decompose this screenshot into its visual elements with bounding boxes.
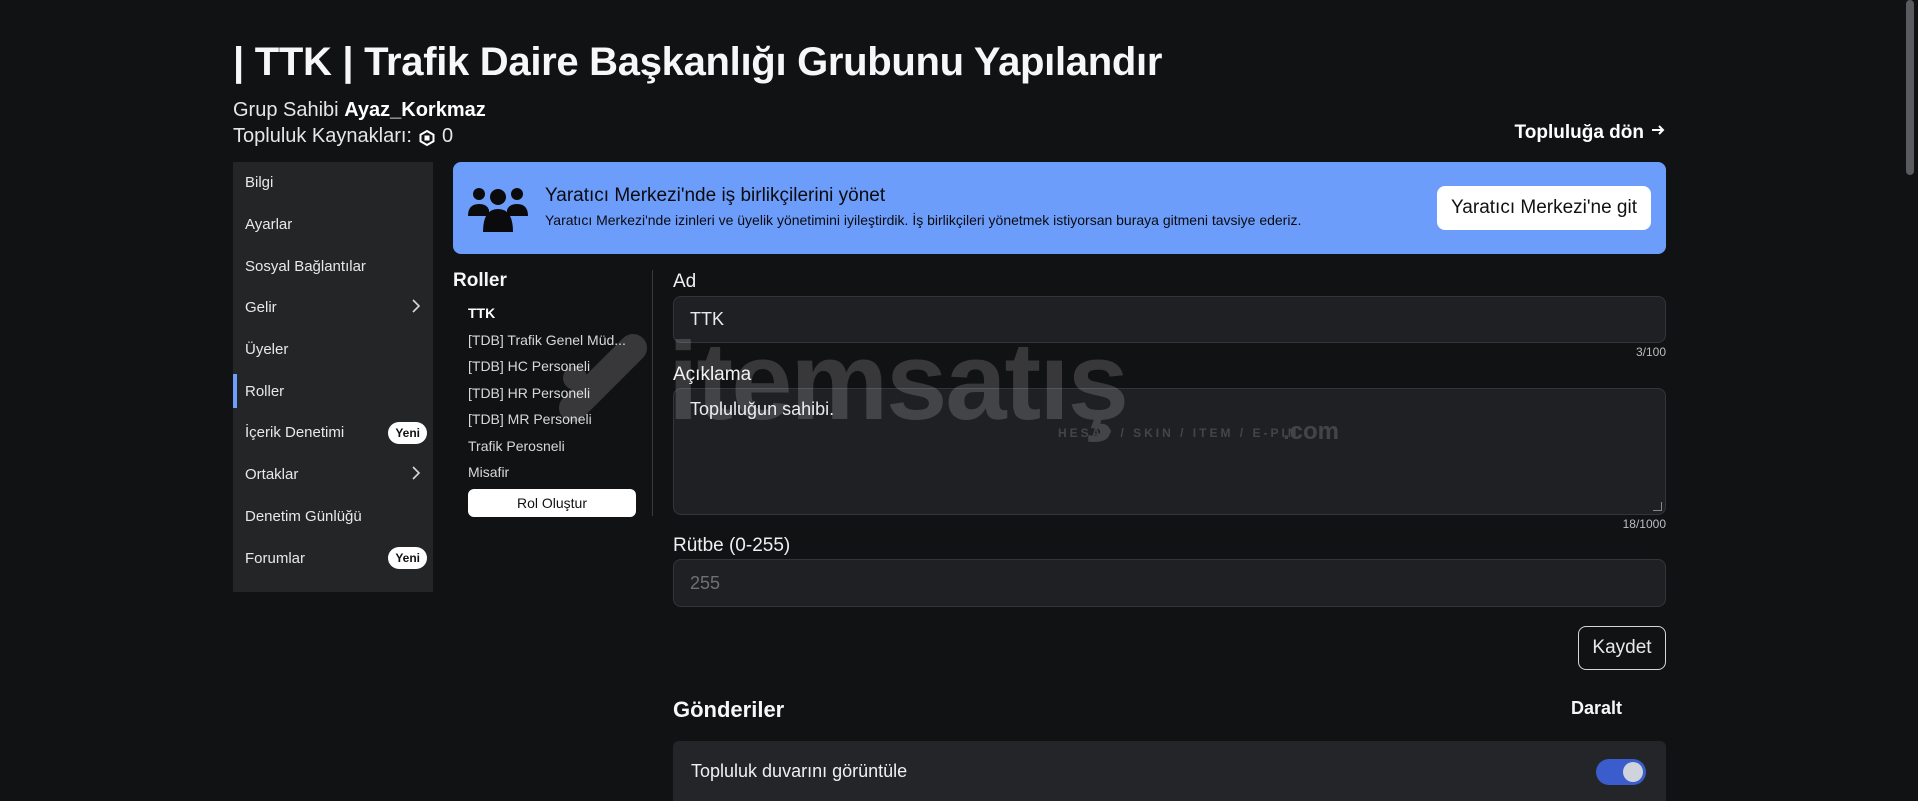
robux-icon (419, 129, 435, 146)
page: | TTK | Trafik Daire Başkanlığı Grubunu … (233, 0, 1666, 801)
posts-section-title: Gönderiler (673, 697, 785, 722)
scrollbar-thumb[interactable] (1906, 0, 1914, 175)
page-title: | TTK | Trafik Daire Başkanlığı Grubunu … (233, 40, 1163, 84)
sidebar-item-audit-log[interactable]: Denetim Günlüğü (233, 496, 433, 538)
sidebar-item-label: Roller (245, 382, 285, 400)
people-group-icon (467, 184, 529, 239)
sidebar-item-label: Ortaklar (245, 466, 299, 484)
rank-value: 255 (690, 572, 721, 593)
banner-description: Yaratıcı Merkezi'nde izinleri ve üyelik … (545, 212, 1302, 228)
save-button[interactable]: Kaydet (1578, 626, 1666, 670)
sidebar-item-label: Denetim Günlüğü (245, 507, 362, 525)
role-item[interactable]: [TDB] HC Personeli (468, 353, 638, 380)
page-scrollbar[interactable] (1901, 0, 1918, 775)
role-item[interactable]: [TDB] HR Personeli (468, 380, 638, 407)
permission-row: Topluluk duvarını görüntüle (673, 741, 1666, 801)
sidebar-item-label: Üyeler (245, 341, 289, 359)
resize-handle-icon[interactable] (1653, 502, 1662, 511)
role-description-textarea[interactable]: Topluluğun sahibi. (673, 388, 1666, 515)
role-name-input[interactable]: TTK (673, 296, 1666, 343)
description-label: Açıklama (673, 364, 752, 385)
collapse-button[interactable]: Daralt (1571, 698, 1622, 719)
sidebar-item-affiliates[interactable]: Ortaklar (233, 454, 433, 496)
sidebar-nav: Bilgi Ayarlar Sosyal Bağlantılar Gelir Ü… (233, 162, 433, 592)
description-char-counter: 18/1000 (1622, 517, 1666, 531)
sidebar-item-info[interactable]: Bilgi (233, 162, 433, 204)
divider (652, 270, 653, 516)
arrow-right-icon (1650, 122, 1666, 144)
owner-name-link[interactable]: Ayaz_Korkmaz (344, 99, 486, 121)
roles-list: TTK [TDB] Trafik Genel Müd... [TDB] HC P… (468, 300, 638, 486)
chevron-right-icon (411, 466, 421, 484)
group-owner: Grup Sahibi Ayaz_Korkmaz (233, 99, 486, 122)
rank-input[interactable]: 255 (673, 559, 1666, 607)
new-badge: Yeni (388, 547, 427, 570)
sidebar-item-label: Bilgi (245, 174, 274, 192)
sidebar-item-label: Ayarlar (245, 216, 293, 234)
roles-heading: Roller (453, 270, 507, 291)
create-role-button[interactable]: Rol Oluştur (468, 489, 636, 517)
role-item[interactable]: Trafik Perosneli (468, 433, 638, 460)
sidebar-item-content-moderation[interactable]: İçerik Denetimi Yeni (233, 412, 433, 454)
back-link-label: Topluluğa dön (1514, 122, 1644, 143)
chevron-right-icon (411, 299, 421, 317)
sidebar-item-label: Forumlar (245, 549, 306, 567)
sidebar-item-settings[interactable]: Ayarlar (233, 204, 433, 246)
sidebar-item-forums[interactable]: Forumlar Yeni (233, 537, 433, 579)
funds-value: 0 (441, 125, 454, 147)
sidebar-item-social-links[interactable]: Sosyal Bağlantılar (233, 245, 433, 287)
permission-label: Topluluk duvarını görüntüle (691, 761, 908, 781)
sidebar-item-label: Gelir (245, 299, 277, 317)
sidebar-item-label: İçerik Denetimi (245, 424, 345, 442)
role-item[interactable]: [TDB] MR Personeli (468, 406, 638, 433)
back-to-group-link[interactable]: Topluluğa dön (1515, 122, 1666, 144)
creator-hub-banner: Yaratıcı Merkezi'nde iş birlikçilerini y… (453, 162, 1666, 254)
toggle-knob (1623, 762, 1643, 782)
banner-title: Yaratıcı Merkezi'nde iş birlikçilerini y… (545, 185, 886, 206)
funds-label: Topluluk Kaynakları: (233, 125, 412, 147)
name-label: Ad (673, 271, 697, 292)
sidebar-item-roles[interactable]: Roller (233, 370, 433, 412)
sidebar-item-members[interactable]: Üyeler (233, 329, 433, 371)
role-item[interactable]: TTK (468, 300, 638, 327)
permission-toggle[interactable] (1596, 759, 1646, 785)
role-item[interactable]: [TDB] Trafik Genel Müd... (468, 327, 638, 354)
sidebar-item-revenue[interactable]: Gelir (233, 287, 433, 329)
group-funds: Topluluk Kaynakları: 0 (233, 125, 453, 148)
owner-label: Grup Sahibi (233, 99, 339, 121)
sidebar-item-label: Sosyal Bağlantılar (245, 257, 366, 275)
role-description-value: Topluluğun sahibi. (690, 399, 835, 419)
role-item[interactable]: Misafir (468, 459, 638, 486)
new-badge: Yeni (388, 421, 427, 444)
go-to-creator-hub-button[interactable]: Yaratıcı Merkezi'ne git (1437, 186, 1651, 230)
name-char-counter: 3/100 (1635, 345, 1666, 359)
rank-label: Rütbe (0-255) (673, 535, 791, 556)
role-name-value: TTK (690, 309, 724, 329)
